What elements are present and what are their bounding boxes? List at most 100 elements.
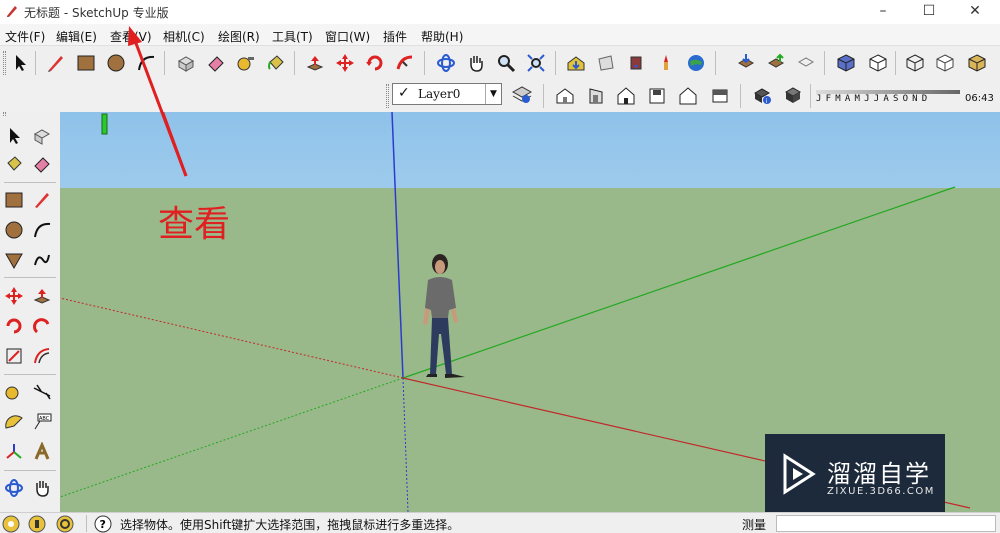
shadow-settings-button[interactable]: i [749, 82, 777, 110]
position-marker [101, 113, 108, 135]
preview-button[interactable] [792, 49, 820, 77]
top-view-button[interactable] [864, 49, 892, 77]
left-dimension-button[interactable] [28, 378, 56, 406]
left-tape-measure-button[interactable] [0, 378, 28, 406]
line-tool-button[interactable] [42, 49, 70, 77]
iso-view-button[interactable] [832, 49, 860, 77]
pencil-icon [48, 56, 63, 72]
menu-camera[interactable]: 相机(C) [163, 28, 205, 45]
dropdown-arrow-icon[interactable]: ▼ [485, 84, 501, 104]
left-push-pull-button[interactable] [28, 282, 56, 310]
left-scale-button[interactable] [0, 342, 28, 370]
shaded-style-button[interactable] [963, 49, 991, 77]
left-move-button[interactable] [0, 282, 28, 310]
window-title: 无标题 - SketchUp 专业版 [24, 6, 169, 20]
orbit-tool-button[interactable] [432, 49, 460, 77]
left-view-button[interactable] [674, 82, 702, 110]
xray-style-button[interactable] [901, 49, 929, 77]
left-arc-button[interactable] [28, 216, 56, 244]
toolbar-separator [4, 374, 56, 375]
sketchup-logo-icon [7, 6, 17, 17]
polygon-icon [5, 253, 23, 270]
left-text-button[interactable]: ABC [28, 408, 56, 436]
close-button[interactable]: ✕ [952, 0, 998, 24]
front-view-button[interactable] [612, 82, 640, 110]
circle-tool-button[interactable] [102, 49, 130, 77]
wireframe-cube-icon [936, 54, 954, 72]
extension-warehouse-button[interactable] [652, 49, 680, 77]
left-rotate-button[interactable] [0, 312, 28, 340]
menu-file[interactable]: 文件(F) [5, 28, 45, 45]
house-iso-icon [556, 88, 574, 104]
follow-me-button[interactable] [391, 49, 419, 77]
import-button[interactable] [732, 49, 760, 77]
rectangle-tool-button[interactable] [72, 49, 100, 77]
layer-manager-button[interactable] [508, 81, 536, 109]
arc-tool-button[interactable] [132, 49, 160, 77]
wireframe-style-button[interactable] [931, 49, 959, 77]
minimize-button[interactable]: – [860, 0, 906, 24]
left-axes-button[interactable] [0, 438, 28, 466]
share-model-button[interactable] [592, 49, 620, 77]
left-freehand-button[interactable] [28, 246, 56, 274]
eraser-tool-button[interactable] [202, 49, 230, 77]
zoom-tool-button[interactable] [492, 49, 520, 77]
export-button[interactable] [762, 49, 790, 77]
select-tool-button[interactable] [6, 49, 34, 77]
left-component-button[interactable] [28, 122, 56, 150]
watermark-subtitle: ZIXUE.3D66.COM [827, 486, 935, 497]
user-account-icon[interactable] [56, 515, 74, 533]
pan-tool-button[interactable] [462, 49, 490, 77]
left-offset-button[interactable] [28, 342, 56, 370]
left-select-tool-button[interactable] [0, 122, 28, 150]
layer-dropdown[interactable]: ✓ Layer0 ▼ [392, 83, 502, 105]
geolocation-icon[interactable] [2, 515, 20, 533]
credits-icon[interactable] [28, 515, 46, 533]
menu-help[interactable]: 帮助(H) [421, 28, 463, 45]
menu-window[interactable]: 窗口(W) [325, 28, 370, 45]
zoom-extents-button[interactable] [522, 49, 550, 77]
make-component-button[interactable] [172, 49, 200, 77]
text-label-icon: ABC [34, 413, 52, 430]
left-line-button[interactable] [28, 186, 56, 214]
google-earth-button[interactable] [682, 49, 710, 77]
left-circle-button[interactable] [0, 216, 28, 244]
left-paint-bucket-button[interactable] [0, 150, 28, 178]
title-bar: 无标题 - SketchUp 专业版 – ☐ ✕ [0, 0, 1000, 24]
measurements-input[interactable] [776, 515, 996, 532]
left-orbit-button[interactable] [0, 474, 28, 502]
left-protractor-button[interactable] [0, 408, 28, 436]
rotate-tool-button[interactable] [361, 49, 389, 77]
display-shadows-button[interactable] [780, 82, 808, 110]
follow-me-icon [33, 318, 50, 334]
back-view-button[interactable] [643, 82, 671, 110]
menu-plugins[interactable]: 插件 [383, 28, 407, 45]
orbit-icon [437, 54, 455, 72]
menu-tools[interactable]: 工具(T) [272, 28, 313, 45]
maximize-button[interactable]: ☐ [906, 0, 952, 24]
left-polygon-button[interactable] [0, 246, 28, 274]
menu-draw[interactable]: 绘图(R) [218, 28, 260, 45]
left-follow-me-button[interactable] [28, 312, 56, 340]
iso-house-button[interactable] [551, 82, 579, 110]
move-tool-button[interactable] [331, 49, 359, 77]
left-rectangle-button[interactable] [0, 186, 28, 214]
paint-bucket-button[interactable] [262, 49, 290, 77]
left-3d-text-button[interactable] [28, 438, 56, 466]
menu-view[interactable]: 查看(V) [110, 28, 152, 45]
tape-measure-button[interactable] [232, 49, 260, 77]
person-figure[interactable] [423, 254, 465, 378]
get-models-button[interactable] [562, 49, 590, 77]
left-pan-button[interactable] [28, 474, 56, 502]
help-icon[interactable]: ? [94, 515, 112, 533]
menu-edit[interactable]: 编辑(E) [56, 28, 97, 45]
left-eraser-button[interactable] [28, 150, 56, 178]
svg-text:?: ? [100, 518, 106, 531]
push-pull-button[interactable] [301, 49, 329, 77]
svg-text:ABC: ABC [39, 416, 50, 422]
watermark-logo: 溜溜自学 ZIXUE.3D66.COM [765, 434, 945, 518]
share-component-button[interactable] [622, 49, 650, 77]
bottom-view-button[interactable] [706, 82, 734, 110]
right-view-button[interactable] [582, 82, 610, 110]
shadow-month-slider[interactable]: JFMAMJJASOND [816, 86, 966, 110]
